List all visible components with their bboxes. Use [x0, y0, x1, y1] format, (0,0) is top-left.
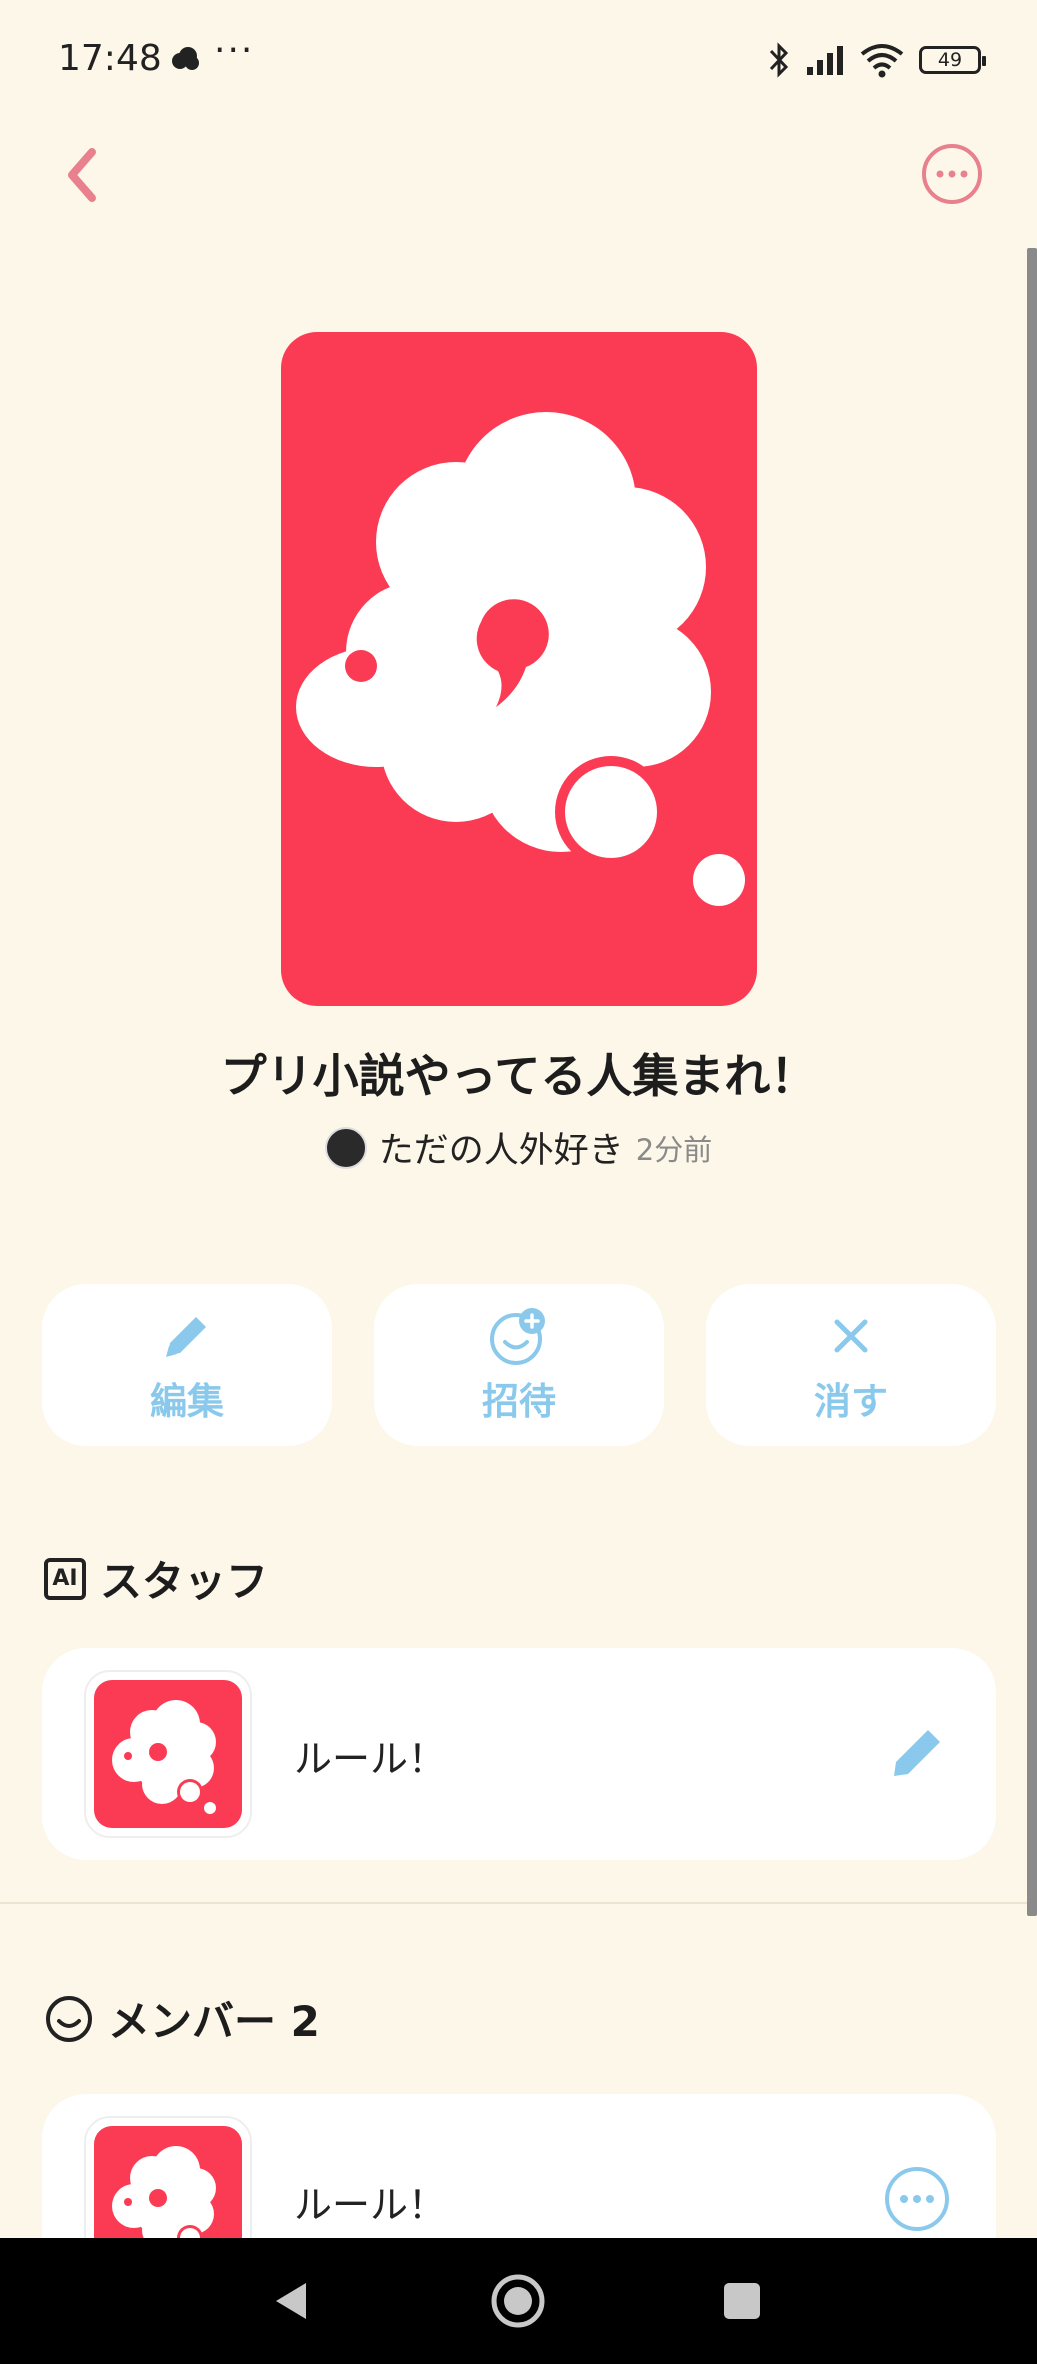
close-icon: [834, 1319, 868, 1353]
staff-section-title: スタッフ: [100, 1557, 269, 1606]
room-cover-image: [281, 332, 757, 1006]
delete-label: 消す: [814, 1380, 888, 1423]
wifi-icon: [860, 44, 904, 78]
room-title: プリ小説やってる人集まれ！: [220, 1049, 817, 1103]
staff-thumbnail: [84, 1670, 252, 1838]
status-time: 17:48: [58, 38, 162, 79]
recents-square-icon[interactable]: [712, 2271, 772, 2331]
room-detail-screen: 17:48 ··· 49 プリ小説やってる人集まれ！ ただの人外好き 2分前 編…: [0, 0, 1037, 2364]
member-section-header: メンバー 2: [44, 1988, 320, 2049]
more-options-button[interactable]: [920, 142, 984, 206]
thought-bubble-logo-icon: [112, 1700, 216, 1814]
ellipsis-circle-icon: [885, 2167, 949, 2231]
invite-label: 招待: [482, 1380, 556, 1423]
more-notifications-indicator: ···: [214, 30, 255, 71]
member-section-title: メンバー 2: [108, 1997, 320, 2046]
battery-indicator: 49: [919, 46, 986, 74]
cloud-notification-icon: [172, 47, 199, 70]
pencil-icon: [894, 1730, 940, 1776]
post-timestamp: 2分前: [635, 1132, 713, 1167]
home-circle-icon[interactable]: [488, 2271, 548, 2331]
back-button[interactable]: [58, 140, 114, 210]
member-options-button[interactable]: [880, 2162, 954, 2236]
add-user-icon: [490, 1308, 545, 1365]
status-bar: 17:48 ··· 49: [0, 0, 1037, 120]
edit-staff-button[interactable]: [880, 1716, 954, 1790]
delete-button[interactable]: 消す: [706, 1284, 996, 1446]
system-navigation-bar: [0, 2238, 1037, 2364]
staff-label: ルール！: [294, 1737, 447, 1781]
room-meta: ただの人外好き 2分前: [0, 1122, 1037, 1173]
ai-badge-icon: AI: [44, 1557, 86, 1600]
edit-button[interactable]: 編集: [42, 1284, 332, 1446]
section-divider: [0, 1902, 1027, 1904]
bluetooth-icon: [769, 42, 789, 78]
owner-name[interactable]: ただの人外好き: [379, 1122, 624, 1173]
invite-button[interactable]: 招待: [374, 1284, 664, 1446]
staff-section-header: AI スタッフ: [44, 1548, 268, 1609]
staff-card[interactable]: ルール！: [42, 1648, 996, 1860]
back-triangle-icon[interactable]: [262, 2271, 322, 2331]
thought-bubble-logo-icon: [296, 412, 745, 906]
pencil-icon: [166, 1317, 206, 1357]
status-icons: 49: [767, 40, 986, 80]
owner-avatar[interactable]: [324, 1126, 367, 1169]
member-label: ルール！: [294, 2183, 447, 2227]
edit-label: 編集: [150, 1380, 224, 1423]
signal-icon: [807, 46, 843, 75]
smiley-icon: [46, 1995, 92, 2042]
action-buttons: 編集 招待 消す: [42, 1284, 996, 1446]
